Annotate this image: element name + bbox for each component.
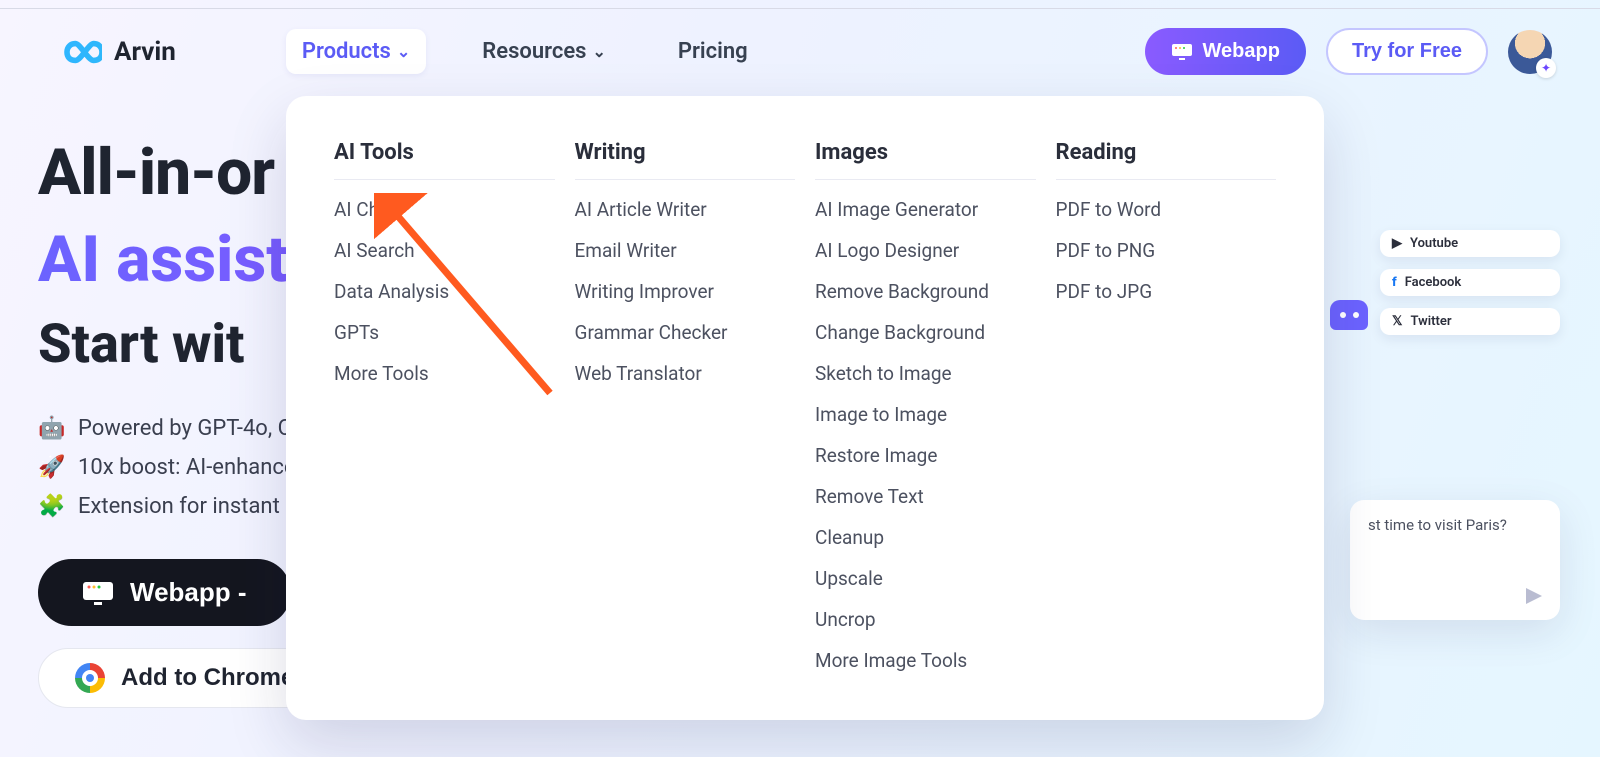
hero-point-text: Extension for instant c (78, 494, 297, 519)
navbar: Arvin Products ⌄ Resources ⌄ Pricing Web… (0, 0, 1600, 75)
dropdown-item-gpts[interactable]: GPTs (334, 321, 555, 344)
nav-products[interactable]: Products ⌄ (286, 29, 426, 74)
robot-icon (1330, 300, 1368, 330)
dropdown-item-logo-designer[interactable]: AI Logo Designer (815, 239, 1036, 262)
nav-products-label: Products (302, 39, 391, 64)
dropdown-item-writing-improver[interactable]: Writing Improver (575, 280, 796, 303)
try-free-button[interactable]: Try for Free (1326, 28, 1488, 75)
chat-preview-text: st time to visit Paris? (1368, 516, 1542, 534)
chip-facebook[interactable]: f Facebook (1380, 269, 1560, 296)
try-free-label: Try for Free (1352, 40, 1462, 63)
avatar-badge-icon: ✦ (1536, 58, 1556, 78)
send-icon[interactable] (1526, 588, 1542, 604)
dropdown-item-ai-chat[interactable]: AI Chat (334, 198, 555, 221)
chevron-down-icon: ⌄ (592, 42, 605, 61)
nav-right: Webapp Try for Free ✦ (1145, 28, 1552, 75)
dropdown-item-email-writer[interactable]: Email Writer (575, 239, 796, 262)
youtube-icon: ▶ (1392, 236, 1402, 251)
cta-chrome-label: Add to Chrome (121, 664, 294, 692)
dropdown-item-ai-search[interactable]: AI Search (334, 239, 555, 262)
brand[interactable]: Arvin (60, 36, 176, 68)
dropdown-item-pdf-to-word[interactable]: PDF to Word (1056, 198, 1277, 221)
dropdown-item-remove-text[interactable]: Remove Text (815, 485, 1036, 508)
column-title: Images (815, 140, 1036, 180)
nav-links: Products ⌄ Resources ⌄ Pricing (286, 29, 764, 74)
chrome-icon (75, 663, 105, 693)
chip-youtube[interactable]: ▶ Youtube (1380, 230, 1560, 257)
dropdown-column-writing: Writing AI Article Writer Email Writer W… (575, 140, 796, 672)
column-title: AI Tools (334, 140, 555, 180)
column-title: Reading (1056, 140, 1277, 180)
chip-youtube-label: Youtube (1410, 236, 1458, 251)
robot-emoji-icon: 🤖 (38, 416, 66, 441)
dropdown-item-web-translator[interactable]: Web Translator (575, 362, 796, 385)
dropdown-item-pdf-to-png[interactable]: PDF to PNG (1056, 239, 1277, 262)
nav-resources[interactable]: Resources ⌄ (466, 29, 622, 74)
webapp-button-label: Webapp (1203, 40, 1280, 63)
dropdown-item-more-image-tools[interactable]: More Image Tools (815, 649, 1036, 672)
dropdown-item-article-writer[interactable]: AI Article Writer (575, 198, 796, 221)
rocket-emoji-icon: 🚀 (38, 455, 66, 480)
dropdown-column-images: Images AI Image Generator AI Logo Design… (815, 140, 1036, 672)
social-chips: ▶ Youtube f Facebook 𝕏 Twitter (1380, 230, 1560, 347)
chevron-down-icon: ⌄ (397, 42, 410, 61)
dropdown-column-reading: Reading PDF to Word PDF to PNG PDF to JP… (1056, 140, 1277, 672)
monitor-icon (82, 581, 114, 605)
facebook-icon: f (1392, 275, 1397, 290)
dropdown-item-restore-image[interactable]: Restore Image (815, 444, 1036, 467)
hero-point-text: 10x boost: AI-enhance (78, 455, 296, 480)
monitor-icon (1171, 43, 1193, 61)
webapp-button[interactable]: Webapp (1145, 28, 1306, 75)
dropdown-item-change-background[interactable]: Change Background (815, 321, 1036, 344)
dropdown-item-uncrop[interactable]: Uncrop (815, 608, 1036, 631)
column-title: Writing (575, 140, 796, 180)
puzzle-emoji-icon: 🧩 (38, 494, 66, 519)
dropdown-item-more-tools[interactable]: More Tools (334, 362, 555, 385)
products-dropdown: AI Tools AI Chat AI Search Data Analysis… (286, 96, 1324, 720)
logo-infinity-icon (60, 36, 102, 68)
dropdown-item-remove-background[interactable]: Remove Background (815, 280, 1036, 303)
twitter-icon: 𝕏 (1392, 314, 1402, 329)
chat-preview-card: st time to visit Paris? (1350, 500, 1560, 620)
chip-twitter[interactable]: 𝕏 Twitter (1380, 308, 1560, 335)
brand-name: Arvin (114, 37, 176, 67)
chip-facebook-label: Facebook (1405, 275, 1462, 290)
cta-webapp-label: Webapp - (130, 577, 247, 608)
dropdown-item-sketch-to-image[interactable]: Sketch to Image (815, 362, 1036, 385)
dropdown-item-pdf-to-jpg[interactable]: PDF to JPG (1056, 280, 1277, 303)
chip-twitter-label: Twitter (1410, 314, 1451, 329)
nav-pricing-label: Pricing (678, 39, 748, 64)
avatar[interactable]: ✦ (1508, 30, 1552, 74)
hero-point-text: Powered by GPT-4o, C (78, 416, 292, 441)
dropdown-item-image-to-image[interactable]: Image to Image (815, 403, 1036, 426)
nav-pricing[interactable]: Pricing (662, 29, 764, 74)
dropdown-column-aitools: AI Tools AI Chat AI Search Data Analysis… (334, 140, 555, 672)
nav-resources-label: Resources (482, 39, 586, 64)
dropdown-item-image-generator[interactable]: AI Image Generator (815, 198, 1036, 221)
dropdown-item-upscale[interactable]: Upscale (815, 567, 1036, 590)
dropdown-item-grammar-checker[interactable]: Grammar Checker (575, 321, 796, 344)
dropdown-item-cleanup[interactable]: Cleanup (815, 526, 1036, 549)
cta-webapp-dark[interactable]: Webapp - (38, 559, 291, 626)
dropdown-item-data-analysis[interactable]: Data Analysis (334, 280, 555, 303)
